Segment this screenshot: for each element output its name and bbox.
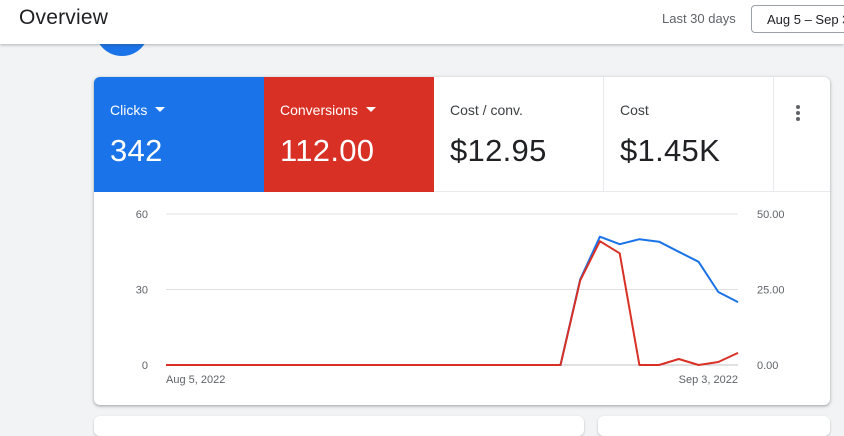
y-axis-left-tick: 30 — [136, 285, 148, 297]
date-range-label: Last 30 days — [662, 11, 736, 26]
next-card-left — [94, 416, 584, 436]
series-line-conversions — [166, 240, 739, 366]
top-header: Overview Last 30 days Aug 5 – Sep 3, 202… — [0, 0, 844, 44]
y-axis-right-tick: 50.00 — [757, 209, 785, 221]
y-axis-left-tick: 0 — [142, 360, 148, 372]
y-axis-right-tick: 25.00 — [757, 285, 785, 297]
overview-card: Clicks 342 Conversions 112.00 Cost / con… — [94, 77, 830, 405]
date-range-button[interactable]: Aug 5 – Sep 3, 2022 — [751, 5, 844, 33]
performance-chart: 0 30 60 0.00 25.00 50.00 Aug 5, 2022 Sep 3, 2… — [136, 209, 785, 386]
next-card-right — [598, 416, 830, 436]
x-axis-start-label: Aug 5, 2022 — [166, 374, 225, 386]
x-axis-end-label: Sep 3, 2022 — [679, 374, 738, 386]
page-title: Overview — [19, 6, 109, 29]
series-line-clicks — [166, 235, 739, 366]
y-axis-right-tick: 0.00 — [757, 360, 778, 372]
y-axis-left-tick: 60 — [136, 209, 148, 221]
